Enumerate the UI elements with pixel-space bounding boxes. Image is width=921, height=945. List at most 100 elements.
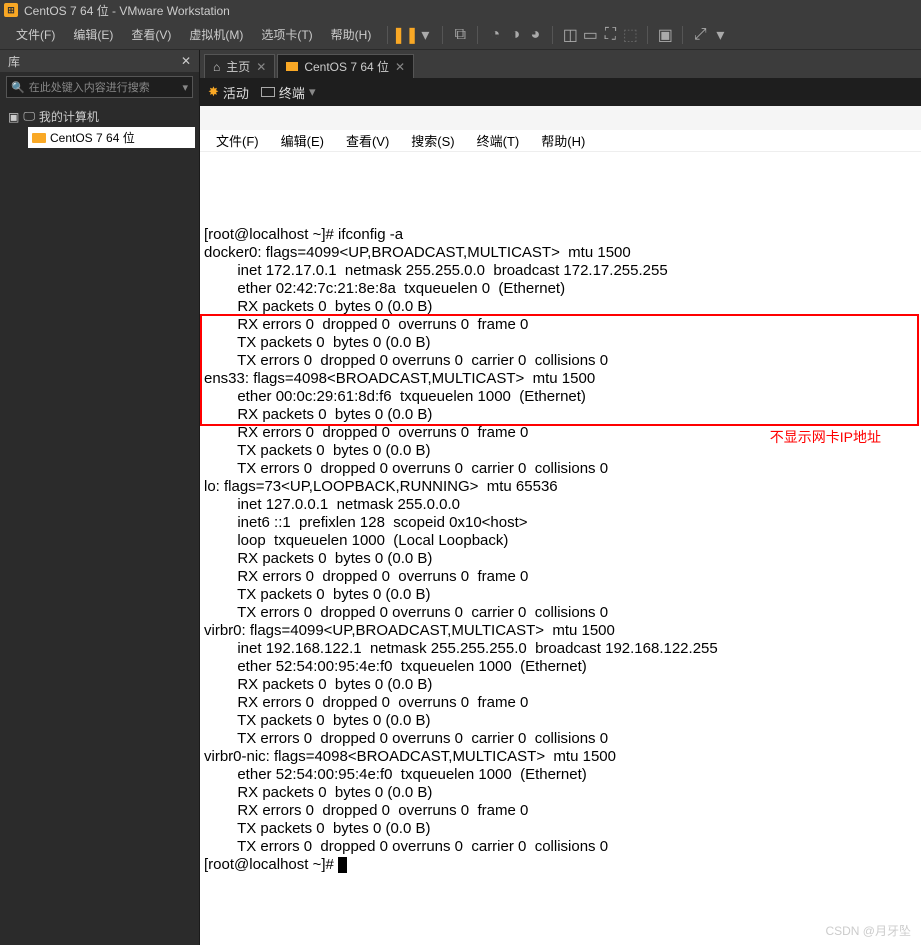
terminal-label: 终端: [279, 83, 305, 102]
terminal-line: ens33: flags=4098<BROADCAST,MULTICAST> m…: [204, 370, 917, 388]
activities-icon: ✸: [208, 84, 219, 100]
term-menu-file[interactable]: 文件(F): [206, 129, 269, 152]
unity-icon[interactable]: ▭: [581, 26, 599, 44]
console-icon[interactable]: ▣: [656, 26, 674, 44]
menu-vm[interactable]: 虚拟机(M): [181, 22, 251, 47]
terminal-line: TX packets 0 bytes 0 (0.0 B): [204, 586, 917, 604]
home-icon: ⌂: [213, 60, 220, 74]
terminal-line: loop txqueuelen 1000 (Local Loopback): [204, 532, 917, 550]
terminal-output[interactable]: 不显示网卡IP地址 [root@localhost ~]# ifconfig -…: [200, 152, 921, 945]
menu-view[interactable]: 查看(V): [123, 22, 179, 47]
close-sidebar-icon[interactable]: ✕: [181, 54, 191, 68]
terminal-line: ether 02:42:7c:21:8e:8a txqueuelen 0 (Et…: [204, 280, 917, 298]
tab-vm[interactable]: CentOS 7 64 位 ✕: [277, 54, 414, 78]
tree-root-label: 我的计算机: [39, 108, 99, 125]
tab-close-icon[interactable]: ✕: [256, 60, 266, 74]
menu-tabs[interactable]: 选项卡(T): [253, 22, 320, 47]
window-gap: [200, 106, 921, 130]
term-menu-help[interactable]: 帮助(H): [531, 129, 595, 152]
snapshot-icon[interactable]: ◔: [486, 26, 504, 44]
separator: [552, 26, 553, 44]
sidebar-search[interactable]: 🔍 在此处键入内容进行搜索 ▾: [6, 76, 193, 98]
library-sidebar: 库 ✕ 🔍 在此处键入内容进行搜索 ▾ ▣ 🖵 我的计算机 CentOS 7 6…: [0, 50, 200, 945]
content-area: ⌂ 主页 ✕ CentOS 7 64 位 ✕ ✸ 活动 终端 ▾ 文件: [200, 50, 921, 945]
terminal-line: RX errors 0 dropped 0 overruns 0 frame 0: [204, 802, 917, 820]
menu-file[interactable]: 文件(F): [8, 22, 63, 47]
send-ctrl-alt-del-icon[interactable]: ⧉: [451, 26, 469, 44]
terminal-line: RX packets 0 bytes 0 (0.0 B): [204, 784, 917, 802]
terminal-line: inet6 ::1 prefixlen 128 scopeid 0x10<hos…: [204, 514, 917, 532]
terminal-line: inet 127.0.0.1 netmask 255.0.0.0: [204, 496, 917, 514]
terminal-line: RX packets 0 bytes 0 (0.0 B): [204, 550, 917, 568]
terminal-line: virbr0: flags=4099<UP,BROADCAST,MULTICAS…: [204, 622, 917, 640]
annotation-text: 不显示网卡IP地址: [770, 428, 881, 446]
terminal-line: RX errors 0 dropped 0 overruns 0 frame 0: [204, 568, 917, 586]
stretch-icon[interactable]: ⤢: [691, 26, 709, 44]
dropdown2-icon[interactable]: ▾: [711, 26, 729, 44]
terminal-line: [root@localhost ~]# ifconfig -a: [204, 226, 917, 244]
vm-icon: [32, 133, 46, 143]
terminal-line: inet 192.168.122.1 netmask 255.255.255.0…: [204, 640, 917, 658]
term-menu-terminal[interactable]: 终端(T): [467, 129, 530, 152]
window-titlebar: ⊞ CentOS 7 64 位 - VMware Workstation: [0, 0, 921, 20]
snapshot-manager-icon[interactable]: ◕: [526, 26, 544, 44]
separator: [647, 26, 648, 44]
terminal-line: RX packets 0 bytes 0 (0.0 B): [204, 676, 917, 694]
term-menu-search[interactable]: 搜索(S): [401, 129, 464, 152]
activities-label: 活动: [223, 83, 249, 102]
terminal-line: TX errors 0 dropped 0 overruns 0 carrier…: [204, 604, 917, 622]
tree-vm-item[interactable]: CentOS 7 64 位: [28, 127, 195, 148]
vmware-logo-icon: ⊞: [4, 3, 18, 17]
search-dropdown-icon[interactable]: ▾: [182, 81, 188, 94]
tab-home[interactable]: ⌂ 主页 ✕: [204, 54, 275, 78]
terminal-icon: [261, 87, 275, 97]
activities-button[interactable]: ✸ 活动: [208, 83, 249, 102]
terminal-line: lo: flags=73<UP,LOOPBACK,RUNNING> mtu 65…: [204, 478, 917, 496]
separator: [387, 26, 388, 44]
term-menu-edit[interactable]: 编辑(E): [271, 129, 334, 152]
terminal-line: virbr0-nic: flags=4098<BROADCAST,MULTICA…: [204, 748, 917, 766]
library-tree: ▣ 🖵 我的计算机 CentOS 7 64 位: [0, 102, 199, 152]
app-menubar: 文件(F) 编辑(E) 查看(V) 虚拟机(M) 选项卡(T) 帮助(H) ❚❚…: [0, 20, 921, 50]
cursor: [338, 857, 347, 873]
terminal-menubar: 文件(F) 编辑(E) 查看(V) 搜索(S) 终端(T) 帮助(H): [200, 130, 921, 152]
tab-home-label: 主页: [226, 58, 250, 75]
tab-vm-label: CentOS 7 64 位: [304, 58, 389, 75]
pause-icon[interactable]: ❚❚: [396, 26, 414, 44]
menu-edit[interactable]: 编辑(E): [65, 22, 121, 47]
computer-icon: 🖵: [23, 109, 35, 124]
terminal-line: docker0: flags=4099<UP,BROADCAST,MULTICA…: [204, 244, 917, 262]
search-icon: 🔍: [11, 81, 25, 94]
dropdown-icon[interactable]: ▾: [416, 26, 434, 44]
content-tabs: ⌂ 主页 ✕ CentOS 7 64 位 ✕: [200, 50, 921, 78]
snapshot-revert-icon[interactable]: ◑: [506, 26, 524, 44]
terminal-line: ether 52:54:00:95:4e:f0 txqueuelen 1000 …: [204, 658, 917, 676]
separator: [682, 26, 683, 44]
tree-vm-label: CentOS 7 64 位: [50, 129, 135, 146]
tree-root[interactable]: ▣ 🖵 我的计算机: [4, 106, 195, 127]
terminal-line: [root@localhost ~]#: [204, 856, 917, 874]
exclusive-icon[interactable]: ⬚: [621, 26, 639, 44]
terminal-app-button[interactable]: 终端 ▾: [261, 83, 316, 102]
chevron-down-icon: ▾: [309, 84, 316, 100]
sidebar-title: 库: [8, 53, 20, 70]
terminal-line: inet 172.17.0.1 netmask 255.255.0.0 broa…: [204, 262, 917, 280]
separator: [442, 26, 443, 44]
fullscreen-icon[interactable]: ⛶: [601, 26, 619, 44]
layout-icon[interactable]: ◫: [561, 26, 579, 44]
terminal-line: TX errors 0 dropped 0 overruns 0 carrier…: [204, 730, 917, 748]
terminal-line: ether 00:0c:29:61:8d:f6 txqueuelen 1000 …: [204, 388, 917, 406]
terminal-line: TX errors 0 dropped 0 overruns 0 carrier…: [204, 460, 917, 478]
tab-close-icon[interactable]: ✕: [395, 60, 405, 74]
terminal-line: TX errors 0 dropped 0 overruns 0 carrier…: [204, 352, 917, 370]
gnome-topbar: ✸ 活动 终端 ▾: [200, 78, 921, 106]
terminal-line: RX errors 0 dropped 0 overruns 0 frame 0: [204, 316, 917, 334]
terminal-line: RX packets 0 bytes 0 (0.0 B): [204, 298, 917, 316]
terminal-line: RX errors 0 dropped 0 overruns 0 frame 0: [204, 694, 917, 712]
main-area: 库 ✕ 🔍 在此处键入内容进行搜索 ▾ ▣ 🖵 我的计算机 CentOS 7 6…: [0, 50, 921, 945]
terminal-line: TX errors 0 dropped 0 overruns 0 carrier…: [204, 838, 917, 856]
terminal-line: TX packets 0 bytes 0 (0.0 B): [204, 712, 917, 730]
term-menu-view[interactable]: 查看(V): [336, 129, 399, 152]
menu-help[interactable]: 帮助(H): [323, 22, 380, 47]
terminal-line: RX packets 0 bytes 0 (0.0 B): [204, 406, 917, 424]
